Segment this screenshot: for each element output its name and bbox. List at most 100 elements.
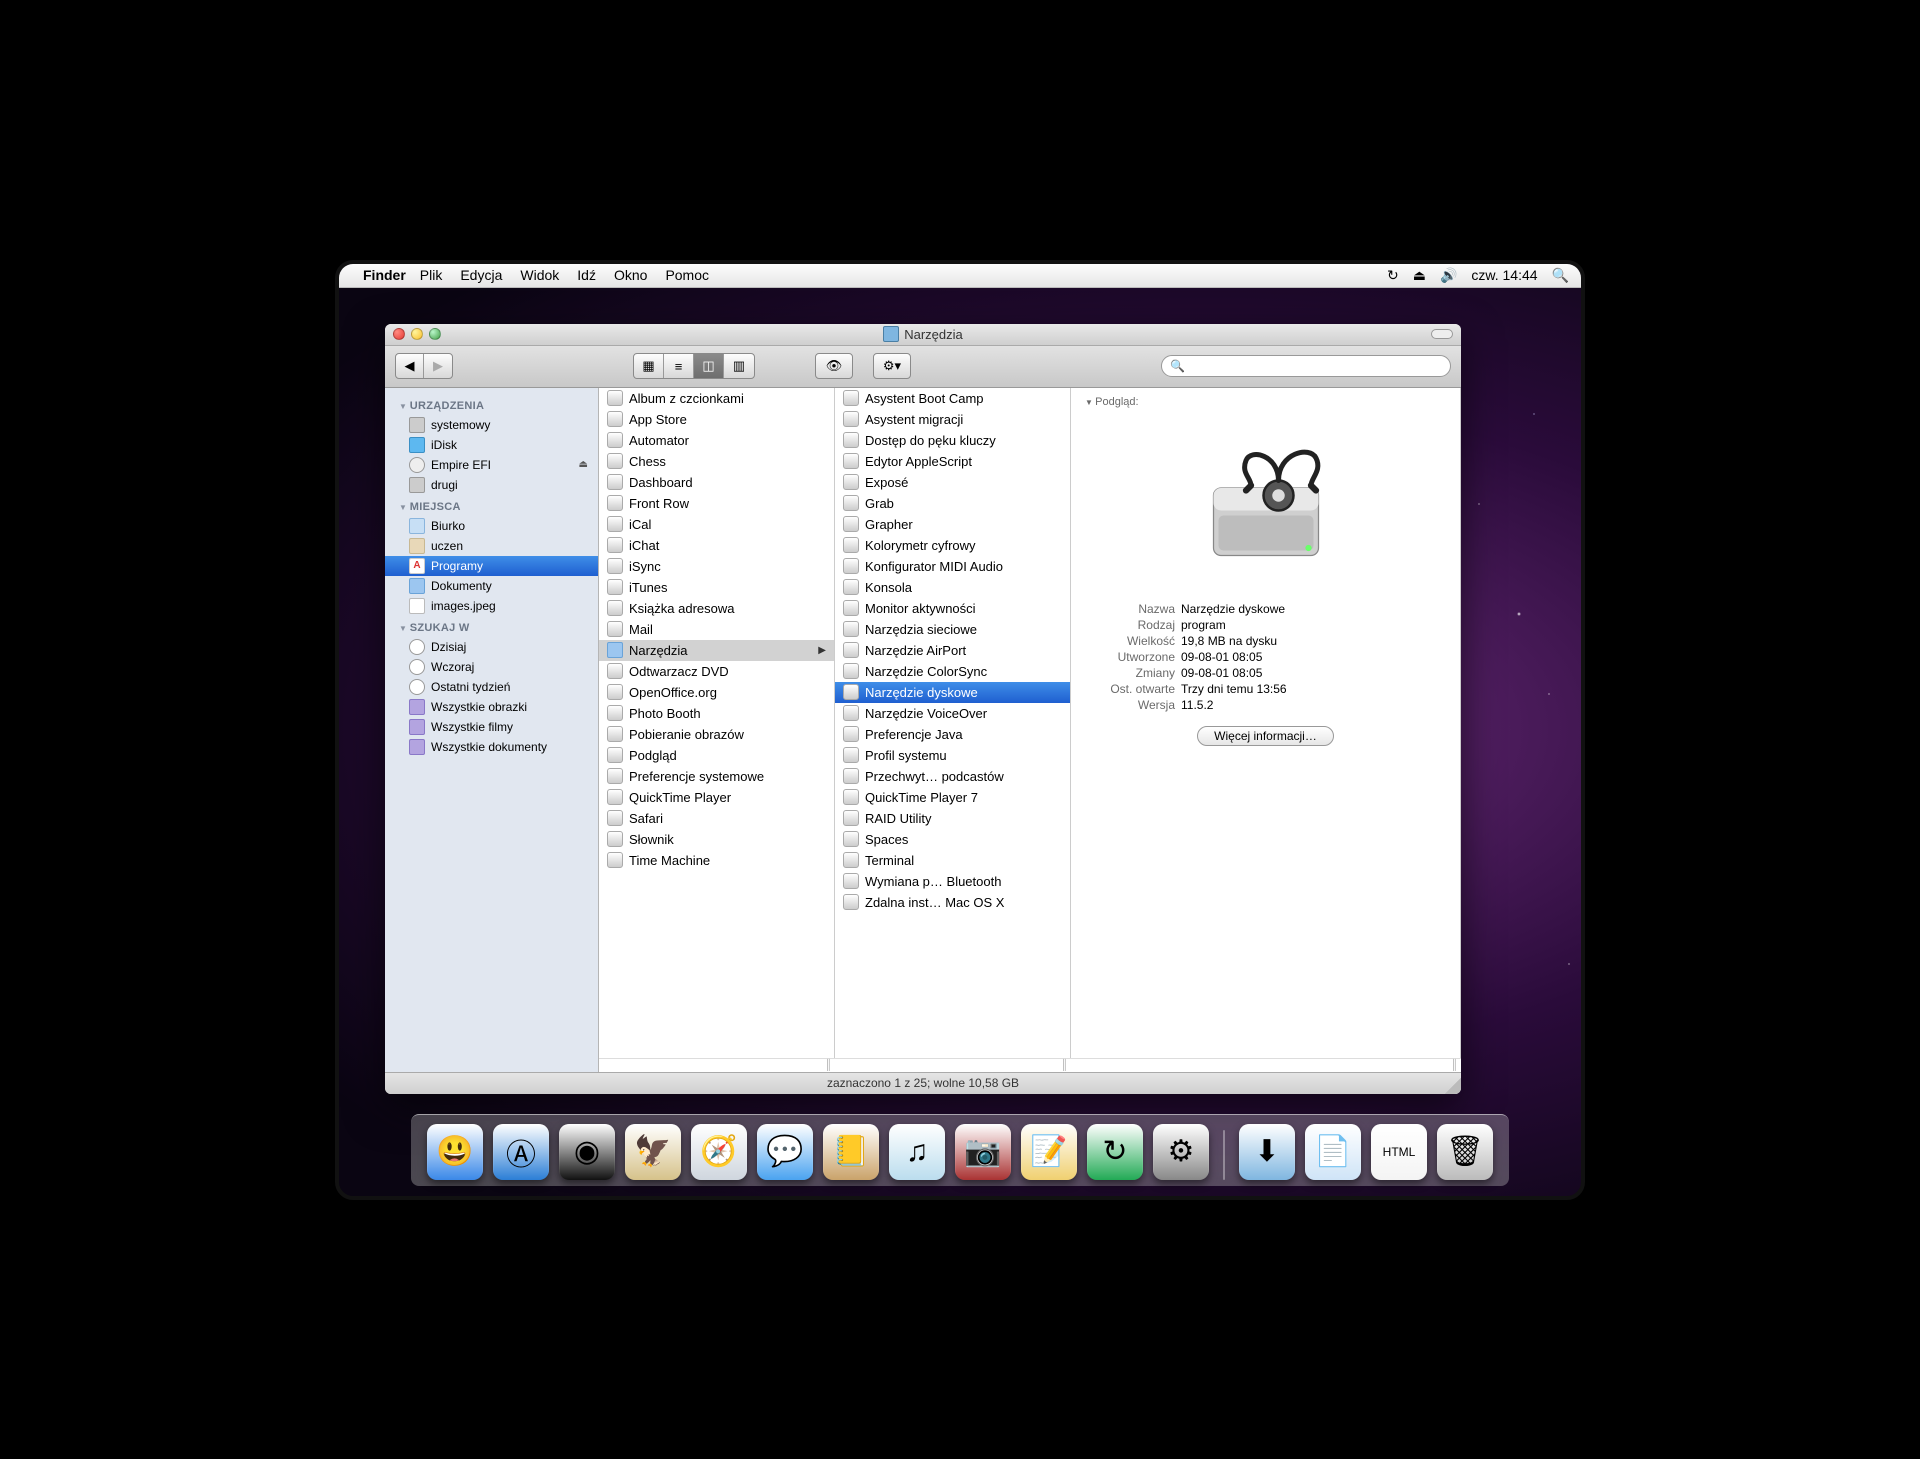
sidebar-item-ostatni-tydzie-[interactable]: Ostatni tydzień [385,677,598,697]
list-item[interactable]: iChat [599,535,834,556]
list-item[interactable]: iSync [599,556,834,577]
dock-addressbook[interactable]: 📒 [823,1124,879,1180]
list-item[interactable]: Zdalna inst… Mac OS X [835,892,1070,913]
list-item[interactable]: Narzędzie VoiceOver [835,703,1070,724]
list-item[interactable]: OpenOffice.org [599,682,834,703]
dock-timemachine[interactable]: ↻ [1087,1124,1143,1180]
dock-finder[interactable]: 😃 [427,1124,483,1180]
list-item[interactable]: Odtwarzacz DVD [599,661,834,682]
list-item[interactable]: Asystent migracji [835,409,1070,430]
list-item[interactable]: Dostęp do pęku kluczy [835,430,1070,451]
sidebar-item-uczen[interactable]: uczen [385,536,598,556]
close-button[interactable] [393,328,405,340]
dock-trash[interactable]: 🗑 [1437,1124,1493,1180]
titlebar[interactable]: Narzędzia [385,324,1461,346]
more-info-button[interactable]: Więcej informacji… [1197,726,1334,746]
preview-header[interactable]: Podgląd: [1085,396,1446,408]
dock-stickies[interactable]: 📝 [1021,1124,1077,1180]
dock-photobooth[interactable]: 📷 [955,1124,1011,1180]
volume-status-icon[interactable]: 🔊 [1440,267,1457,284]
column-2[interactable]: Asystent Boot CampAsystent migracjiDostę… [835,388,1071,1058]
sidebar-item-systemowy[interactable]: systemowy [385,415,598,435]
list-item[interactable]: App Store [599,409,834,430]
sidebar-places-header[interactable]: MIEJSCA [385,495,598,516]
column-1-resize[interactable]: ║ [599,1058,835,1072]
view-coverflow-button[interactable]: ▥ [724,354,754,378]
list-item[interactable]: Profil systemu [835,745,1070,766]
list-item[interactable]: Narzędzie AirPort [835,640,1070,661]
list-item[interactable]: Dashboard [599,472,834,493]
sidebar-item-idisk[interactable]: iDisk [385,435,598,455]
dock-dashboard[interactable]: ◉ [559,1124,615,1180]
column-3-resize[interactable]: ║ [1071,1058,1461,1072]
sidebar-item-drugi[interactable]: drugi [385,475,598,495]
list-item[interactable]: Preferencje systemowe [599,766,834,787]
sidebar-item-biurko[interactable]: Biurko [385,516,598,536]
list-item[interactable]: Spaces [835,829,1070,850]
spotlight-icon[interactable]: 🔍 [1552,267,1569,284]
list-item[interactable]: Narzędzie ColorSync [835,661,1070,682]
list-item[interactable]: Preferencje Java [835,724,1070,745]
sidebar-search-header[interactable]: SZUKAJ W [385,616,598,637]
window-resize-grip[interactable] [1445,1078,1461,1094]
clock[interactable]: czw. 14:44 [1471,267,1537,283]
dock-documents[interactable]: 📄 [1305,1124,1361,1180]
action-menu-button[interactable]: ⚙▾ [874,354,910,378]
search-input[interactable]: 🔍 [1161,355,1451,377]
list-item[interactable]: Asystent Boot Camp [835,388,1070,409]
list-item[interactable]: QuickTime Player 7 [835,787,1070,808]
menu-edit[interactable]: Edycja [460,267,502,283]
sidebar-item-programy[interactable]: Programy [385,556,598,576]
list-item[interactable]: Terminal [835,850,1070,871]
list-item[interactable]: Wymiana p… Bluetooth [835,871,1070,892]
list-item[interactable]: Słownik [599,829,834,850]
eject-status-icon[interactable]: ⏏ [1413,267,1426,284]
dock-mail[interactable]: 🦅 [625,1124,681,1180]
list-item[interactable]: Grapher [835,514,1070,535]
list-item[interactable]: Time Machine [599,850,834,871]
dock-itunes[interactable]: ♫ [889,1124,945,1180]
sidebar-item-wszystkie-dokumenty[interactable]: Wszystkie dokumenty [385,737,598,757]
zoom-button[interactable] [429,328,441,340]
list-item[interactable]: Konsola [835,577,1070,598]
column-2-resize[interactable]: ║ [835,1058,1071,1072]
menu-view[interactable]: Widok [520,267,559,283]
menu-file[interactable]: Plik [420,267,443,283]
list-item[interactable]: Photo Booth [599,703,834,724]
list-item[interactable]: Narzędzie dyskowe [835,682,1070,703]
list-item[interactable]: Grab [835,493,1070,514]
list-item[interactable]: Front Row [599,493,834,514]
view-icons-button[interactable]: ▦ [634,354,664,378]
list-item[interactable]: Chess [599,451,834,472]
quicklook-button[interactable]: 👁 [816,354,852,378]
list-item[interactable]: QuickTime Player [599,787,834,808]
timemachine-status-icon[interactable]: ↻ [1387,267,1399,284]
list-item[interactable]: Konfigurator MIDI Audio [835,556,1070,577]
dock-html[interactable]: HTML [1371,1124,1427,1180]
sidebar-item-wszystkie-filmy[interactable]: Wszystkie filmy [385,717,598,737]
list-item[interactable]: Przechwyt… podcastów [835,766,1070,787]
list-item[interactable]: Kolorymetr cyfrowy [835,535,1070,556]
dock-safari[interactable]: 🧭 [691,1124,747,1180]
view-columns-button[interactable]: ◫ [694,354,724,378]
menu-go[interactable]: Idź [577,267,596,283]
list-item[interactable]: Narzędzia▶ [599,640,834,661]
dock-appstore[interactable]: Ⓐ [493,1124,549,1180]
list-item[interactable]: RAID Utility [835,808,1070,829]
list-item[interactable]: Edytor AppleScript [835,451,1070,472]
sidebar-item-empire-efi[interactable]: Empire EFI⏏ [385,455,598,475]
back-button[interactable]: ◀ [396,354,424,378]
sidebar-devices-header[interactable]: URZĄDZENIA [385,394,598,415]
list-item[interactable]: Mail [599,619,834,640]
list-item[interactable]: Album z czcionkami [599,388,834,409]
list-item[interactable]: Narzędzia sieciowe [835,619,1070,640]
sidebar-item-dzisiaj[interactable]: Dzisiaj [385,637,598,657]
sidebar-item-images-jpeg[interactable]: images.jpeg [385,596,598,616]
sidebar-item-dokumenty[interactable]: Dokumenty [385,576,598,596]
dock-sysprefs[interactable]: ⚙ [1153,1124,1209,1180]
eject-icon[interactable]: ⏏ [579,459,588,470]
toolbar-toggle-button[interactable] [1431,329,1453,339]
list-item[interactable]: Safari [599,808,834,829]
view-list-button[interactable]: ≡ [664,354,694,378]
list-item[interactable]: Podgląd [599,745,834,766]
